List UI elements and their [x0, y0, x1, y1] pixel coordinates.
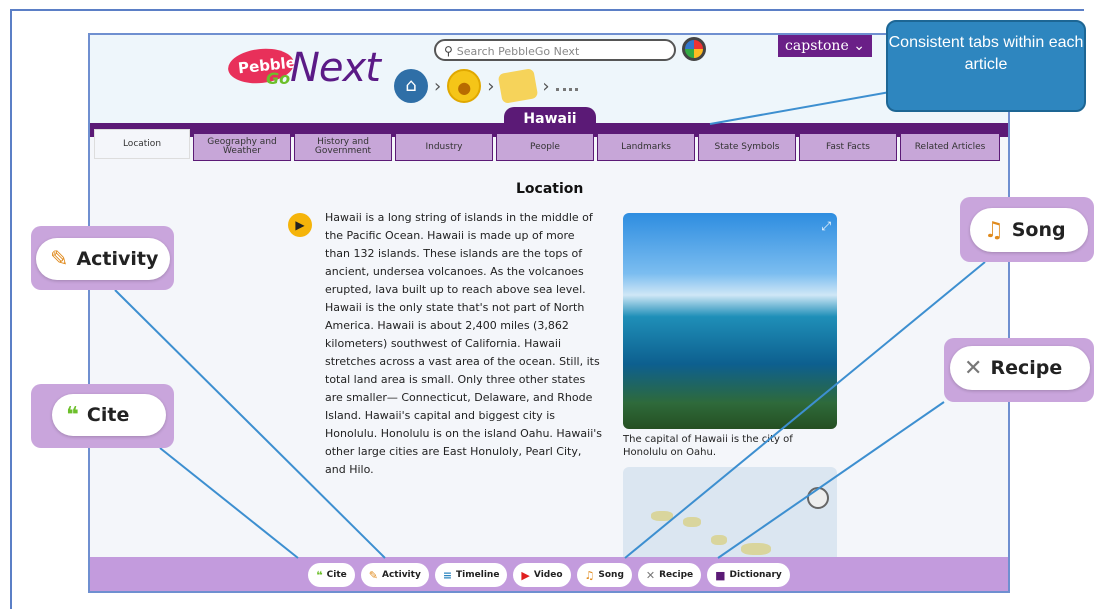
- quote-icon: ❝: [66, 402, 79, 428]
- activity-callout-pill: ✎ Activity: [36, 238, 170, 280]
- tabs-callout-line: [709, 91, 891, 125]
- recipe-callout-pill: ✕ Recipe: [950, 346, 1090, 390]
- music-note-icon: ♫: [984, 217, 1004, 243]
- cite-callout-line: [159, 447, 299, 559]
- song-callout-label: Song: [1011, 219, 1066, 241]
- pencil-icon: ✎: [50, 246, 69, 272]
- utensils-icon: ✕: [964, 355, 983, 381]
- song-callout-pill: ♫ Song: [970, 208, 1088, 252]
- cite-callout-pill: ❝ Cite: [52, 394, 166, 436]
- recipe-callout-label: Recipe: [990, 357, 1063, 379]
- consistent-tabs-note: Consistent tabs within each article: [886, 20, 1086, 112]
- activity-callout-label: Activity: [76, 248, 159, 270]
- cite-callout-label: Cite: [86, 404, 130, 426]
- recipe-callout-line: [717, 401, 945, 559]
